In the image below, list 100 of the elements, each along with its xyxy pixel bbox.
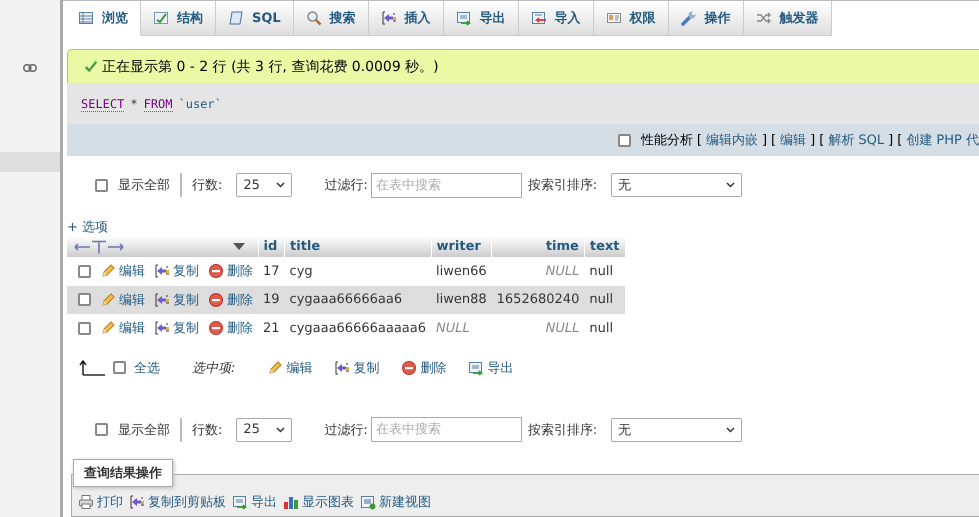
row-checkbox[interactable] <box>78 322 91 335</box>
row-checkbox[interactable] <box>78 264 91 278</box>
filter-field[interactable]: 在表中搜索 <box>370 417 522 442</box>
link[interactable]: 创建 PHP 代 <box>906 131 979 149</box>
rows-label: 行数: <box>192 177 222 194</box>
bracket: ] <box>810 132 816 148</box>
link[interactable]: 解析 SQL <box>828 131 884 149</box>
delete-link[interactable]: 删除 <box>208 262 253 280</box>
checkbox[interactable] <box>95 423 108 436</box>
shuffle-icon <box>756 10 772 26</box>
success-message: 正在显示第 0 - 2 行 (共 3 行, 查询花费 0.0009 秒。) <box>67 49 979 83</box>
insert-arrow-icon <box>154 320 170 336</box>
delete-icon <box>208 263 224 280</box>
bracket: [ <box>897 132 902 148</box>
bracket: [ <box>771 132 776 148</box>
rows-label: 行数: <box>192 422 222 438</box>
table-icon <box>78 10 94 26</box>
filter-field[interactable]: 在表中搜索 <box>370 172 522 198</box>
profiling-checkbox[interactable] <box>618 134 631 146</box>
printer-icon <box>78 494 94 510</box>
new-view-icon <box>360 494 376 510</box>
delete-link[interactable]: 删除 <box>401 358 446 376</box>
with-selected-label: 选中项: <box>192 360 236 376</box>
column-header[interactable]: time <box>492 236 584 257</box>
copy-link[interactable]: 复制到剪贴板 <box>129 492 226 511</box>
bracket: ] <box>888 132 894 148</box>
expand-columns-icon[interactable] <box>74 240 124 254</box>
check-icon <box>84 60 98 74</box>
show-all-label[interactable]: 显示全部 <box>118 176 170 194</box>
bracket: [ <box>696 132 702 148</box>
table-cell: NULL <box>492 257 584 286</box>
sort-select[interactable]: 无 <box>611 418 742 442</box>
sort-select[interactable]: 无 <box>611 173 742 197</box>
copy-link[interactable]: 复制 <box>154 290 199 309</box>
wrench-icon <box>680 10 697 26</box>
tab[interactable]: 结构 <box>141 1 216 36</box>
id-card-icon <box>606 10 622 26</box>
pencil-icon <box>100 263 116 280</box>
sidebar-highlight <box>0 152 60 172</box>
print-link[interactable]: 打印 <box>78 492 123 511</box>
column-header[interactable]: title <box>284 236 431 257</box>
rows-select[interactable]: 25 <box>236 173 292 197</box>
show-all-label[interactable]: 显示全部 <box>118 420 170 438</box>
link[interactable]: 编辑 <box>780 131 806 149</box>
table-cell: null <box>584 286 625 314</box>
search-icon <box>306 10 322 26</box>
options-link[interactable]: + 选项 <box>67 218 979 236</box>
tab[interactable]: 权限 <box>594 1 669 36</box>
rows-select[interactable]: 25 <box>236 418 292 442</box>
edit-link[interactable]: 编辑 <box>267 358 312 376</box>
insert-arrow-icon <box>154 292 170 308</box>
table-cell: cygaaa66666aa6 <box>284 286 431 314</box>
link[interactable]: 编辑内嵌 <box>706 131 758 149</box>
tab[interactable]: 搜索 <box>294 1 369 36</box>
tab[interactable]: 插入 <box>368 1 444 36</box>
chevron-down-icon <box>726 426 736 432</box>
delete-link[interactable]: 删除 <box>208 290 253 309</box>
insert-arrow-icon <box>154 263 170 280</box>
tab[interactable]: SQL <box>216 1 294 36</box>
copy-link[interactable]: 复制 <box>154 319 199 338</box>
chevron-down-icon <box>726 182 736 188</box>
chart-link[interactable]: 显示图表 <box>283 492 354 511</box>
sort-label: 按索引排序: <box>528 177 598 194</box>
column-header[interactable]: text <box>584 236 625 257</box>
tab[interactable]: 触发器 <box>744 1 832 36</box>
bracket: ] <box>762 132 768 148</box>
filter-label: 过滤行: <box>324 422 368 438</box>
export-link[interactable]: 导出 <box>232 492 277 511</box>
edit-link[interactable]: 编辑 <box>100 290 145 309</box>
link-icon[interactable] <box>23 64 37 72</box>
check-all-checkbox[interactable] <box>113 361 126 374</box>
table-cell: NULL <box>431 314 492 342</box>
edit-link[interactable]: 编辑 <box>100 262 145 280</box>
pencil-icon <box>100 292 116 308</box>
column-header[interactable]: id <box>258 236 285 257</box>
sort-triangle-icon[interactable] <box>232 242 244 250</box>
copy-link[interactable]: 复制 <box>334 358 380 376</box>
tab[interactable]: 导入 <box>518 1 594 36</box>
export-link[interactable]: 导出 <box>468 358 514 376</box>
delete-icon <box>401 360 418 376</box>
delete-icon <box>208 320 224 336</box>
copy-link[interactable]: 复制 <box>154 262 199 280</box>
tab[interactable]: 操作 <box>668 1 744 36</box>
tab[interactable]: 导出 <box>444 1 519 36</box>
pencil-icon <box>100 320 116 336</box>
chevron-down-icon <box>276 182 286 188</box>
table-cell: null <box>584 257 625 286</box>
column-header[interactable]: writer <box>431 236 492 257</box>
row-checkbox[interactable] <box>78 293 91 306</box>
check-all-label[interactable]: 全选 <box>134 358 160 376</box>
view-link[interactable]: 新建视图 <box>360 492 431 511</box>
sql-query: SELECT * FROM `user` <box>81 96 223 110</box>
profiling-label[interactable]: 性能分析 <box>640 131 693 149</box>
chevron-down-icon <box>276 426 286 432</box>
sort-label: 按索引排序: <box>528 422 598 438</box>
checkbox[interactable] <box>95 178 108 192</box>
delete-link[interactable]: 删除 <box>208 319 253 338</box>
table-cell: 19 <box>258 286 285 314</box>
edit-link[interactable]: 编辑 <box>100 319 145 338</box>
table-cell: 1652680240 <box>492 286 584 314</box>
